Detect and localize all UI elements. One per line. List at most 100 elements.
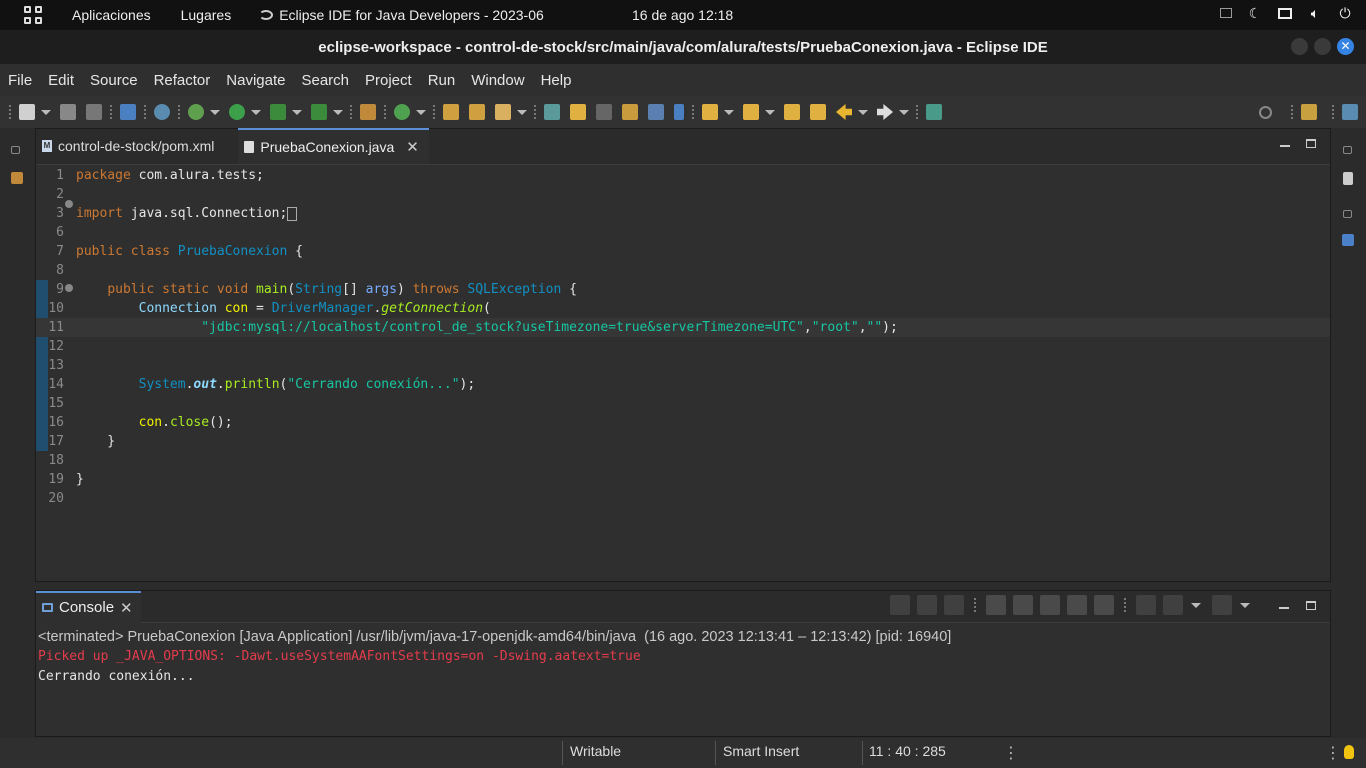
external-tools-dropdown-icon[interactable] <box>333 109 343 115</box>
power-icon[interactable]: ⏻ <box>1338 6 1352 20</box>
menu-run[interactable]: Run <box>428 72 456 89</box>
menu-navigate[interactable]: Navigate <box>226 72 285 89</box>
maximize-console-icon[interactable] <box>1306 600 1316 610</box>
minimize-editor-icon[interactable] <box>1280 145 1290 147</box>
minimize-button[interactable] <box>1291 38 1308 55</box>
collapse-fold-icon[interactable] <box>65 284 73 292</box>
tab-pom-xml[interactable]: M control-de-stock/pom.xml <box>36 128 224 164</box>
forward-edit-icon[interactable] <box>810 104 826 120</box>
previous-annotation-dropdown-icon[interactable] <box>765 109 775 115</box>
clear-console-icon[interactable] <box>986 595 1006 615</box>
terminal-icon[interactable] <box>120 104 136 120</box>
cursor-position[interactable]: 11 : 40 : 285 <box>869 743 946 759</box>
previous-annotation-icon[interactable] <box>743 104 759 120</box>
scroll-lock-icon[interactable] <box>1013 595 1033 615</box>
word-wrap-icon[interactable] <box>648 104 664 120</box>
new-java-class-icon[interactable] <box>394 104 410 120</box>
save-all-icon[interactable] <box>86 104 102 120</box>
tip-lightbulb-icon[interactable] <box>1344 745 1354 759</box>
volume-icon[interactable]: 🔈︎ <box>1308 6 1322 20</box>
task-list-icon[interactable] <box>1343 172 1353 185</box>
run-dropdown-icon[interactable] <box>251 109 261 115</box>
folded-imports-box[interactable] <box>287 206 298 221</box>
show-whitespace-icon[interactable] <box>674 104 684 120</box>
next-annotation-dropdown-icon[interactable] <box>724 109 734 115</box>
code-text-area[interactable]: 1 package com.alura.tests; 2 3 import ja… <box>36 166 1330 581</box>
open-console-icon[interactable] <box>1212 595 1232 615</box>
new-icon[interactable] <box>19 104 35 120</box>
menu-project[interactable]: Project <box>365 72 412 89</box>
expand-fold-icon[interactable] <box>65 200 73 208</box>
app-grid-icon[interactable] <box>24 6 42 24</box>
show-stderr-icon[interactable] <box>1094 595 1114 615</box>
maximize-editor-icon[interactable] <box>1306 139 1316 148</box>
clock[interactable]: 16 de ago 12:18 <box>632 7 733 23</box>
coverage-dropdown-icon[interactable] <box>292 109 302 115</box>
open-console-dropdown-icon[interactable] <box>1240 602 1250 608</box>
back-arrow-icon[interactable] <box>836 104 852 120</box>
outline-icon[interactable] <box>1342 234 1354 246</box>
console-output[interactable]: <terminated> PruebaConexion [Java Applic… <box>36 623 1330 691</box>
menu-edit[interactable]: Edit <box>48 72 74 89</box>
menu-window[interactable]: Window <box>471 72 524 89</box>
terminate-icon[interactable] <box>890 595 910 615</box>
places-menu[interactable]: Lugares <box>181 7 232 23</box>
window-title-bar[interactable]: eclipse-workspace - control-de-stock/src… <box>0 30 1366 64</box>
display-selected-console-icon[interactable] <box>1163 595 1183 615</box>
pin-console-icon[interactable] <box>1136 595 1156 615</box>
skip-breakpoints-icon[interactable] <box>154 104 170 120</box>
pin-editor-icon[interactable] <box>926 104 942 120</box>
forward-dropdown-icon[interactable] <box>899 109 909 115</box>
package-explorer-icon[interactable] <box>11 172 23 184</box>
external-tools-icon[interactable] <box>311 104 327 120</box>
menu-file[interactable]: File <box>8 72 32 89</box>
toggle-block-selection-icon[interactable] <box>622 104 638 120</box>
menu-refactor[interactable]: Refactor <box>154 72 211 89</box>
new-dropdown-icon[interactable] <box>41 109 51 115</box>
open-type-icon[interactable] <box>443 104 459 120</box>
search-icon[interactable] <box>1259 105 1272 119</box>
more-trim-icon[interactable]: ⋮ <box>1325 743 1341 763</box>
restore-outline-icon[interactable] <box>1343 146 1352 154</box>
toggle-mark-occurrences-icon[interactable] <box>570 104 586 120</box>
menu-help[interactable]: Help <box>541 72 572 89</box>
restore-outline-2-icon[interactable] <box>1343 210 1352 218</box>
screen-icon[interactable] <box>1220 8 1232 18</box>
display-console-dropdown-icon[interactable] <box>1191 602 1201 608</box>
close-console-icon[interactable]: ✕ <box>120 599 133 617</box>
next-annotation-icon[interactable] <box>702 104 718 120</box>
new-class-dropdown-icon[interactable] <box>416 109 426 115</box>
insert-mode-status[interactable]: Smart Insert <box>723 743 799 759</box>
tab-prueba-conexion[interactable]: PruebaConexion.java ✕ <box>238 128 429 164</box>
debug-icon[interactable] <box>188 104 204 120</box>
show-stdout-icon[interactable] <box>1067 595 1087 615</box>
tab-console[interactable]: Console ✕ <box>36 590 141 623</box>
system-tray[interactable]: ☾ 🔈︎ ⏻ <box>1220 6 1352 20</box>
run-icon[interactable] <box>229 104 245 120</box>
search-tool-dropdown-icon[interactable] <box>517 109 527 115</box>
save-icon[interactable] <box>60 104 76 120</box>
menu-search[interactable]: Search <box>301 72 349 89</box>
minimize-console-icon[interactable] <box>1279 607 1289 609</box>
display-icon[interactable] <box>1278 7 1292 19</box>
maximize-button[interactable] <box>1314 38 1331 55</box>
open-perspective-icon[interactable] <box>1301 104 1317 120</box>
back-dropdown-icon[interactable] <box>858 109 868 115</box>
remove-launch-icon[interactable] <box>917 595 937 615</box>
night-light-icon[interactable]: ☾ <box>1248 6 1262 20</box>
applications-menu[interactable]: Aplicaciones <box>72 7 151 23</box>
remove-all-terminated-icon[interactable] <box>944 595 964 615</box>
toggle-breadcrumb-icon[interactable] <box>596 104 612 120</box>
more-status-icon[interactable]: ⋮ <box>1003 743 1019 763</box>
last-edit-icon[interactable] <box>784 104 800 120</box>
close-window-button[interactable]: ✕ <box>1337 38 1354 55</box>
close-tab-icon[interactable]: ✕ <box>406 138 419 156</box>
restore-icon[interactable] <box>11 146 20 154</box>
java-perspective-icon[interactable] <box>1342 104 1358 120</box>
word-wrap-console-icon[interactable] <box>1040 595 1060 615</box>
forward-arrow-icon[interactable] <box>877 104 893 120</box>
active-app-menu[interactable]: Eclipse IDE for Java Developers - 2023-0… <box>259 7 544 23</box>
menu-source[interactable]: Source <box>90 72 138 89</box>
search-tool-icon[interactable] <box>495 104 511 120</box>
debug-dropdown-icon[interactable] <box>210 109 220 115</box>
